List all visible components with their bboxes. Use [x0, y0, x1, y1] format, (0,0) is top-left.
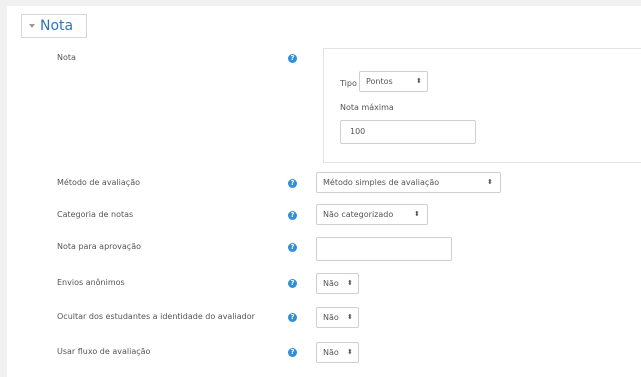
- marking-workflow-label: Usar fluxo de avaliação: [57, 347, 151, 356]
- select-arrow-icon: ⬍: [416, 77, 422, 85]
- section-title: Nota: [40, 18, 74, 34]
- help-icon[interactable]: ?: [288, 179, 297, 188]
- help-icon[interactable]: ?: [288, 279, 297, 288]
- select-arrow-icon: ⬍: [487, 178, 493, 186]
- collapse-caret-icon: [29, 24, 35, 28]
- anonymous-submissions-label: Envios anônimos: [57, 278, 125, 287]
- grade-category-label: Categoria de notas: [57, 210, 134, 219]
- grade-category-value: Não categorizado: [323, 210, 394, 219]
- help-icon[interactable]: ?: [288, 54, 297, 63]
- anonymous-submissions-select[interactable]: Não ⬍: [316, 273, 359, 294]
- hide-grader-value: Não: [323, 313, 339, 322]
- select-arrow-icon: ⬍: [414, 210, 420, 218]
- grade-label: Nota: [57, 53, 76, 62]
- max-grade-value: 100: [350, 127, 366, 136]
- grade-type-value: Pontos: [366, 77, 393, 86]
- marking-workflow-value: Não: [323, 348, 339, 357]
- select-arrow-icon: ⬍: [347, 279, 353, 287]
- grade-category-select[interactable]: Não categorizado ⬍: [316, 204, 428, 225]
- grading-method-select[interactable]: Método simples de avaliação ⬍: [316, 172, 501, 193]
- marking-workflow-select[interactable]: Não ⬍: [316, 342, 359, 363]
- grading-method-value: Método simples de avaliação: [323, 178, 440, 187]
- help-icon[interactable]: ?: [288, 243, 297, 252]
- grade-to-pass-label: Nota para aprovação: [57, 242, 141, 251]
- grade-type-select[interactable]: Pontos ⬍: [359, 71, 428, 92]
- help-icon[interactable]: ?: [288, 211, 297, 220]
- max-grade-label: Nota máxima: [340, 103, 394, 112]
- help-icon[interactable]: ?: [288, 313, 297, 322]
- grade-type-label: Tipo: [340, 79, 357, 88]
- grade-to-pass-input[interactable]: [316, 237, 452, 261]
- select-arrow-icon: ⬍: [347, 348, 353, 356]
- max-grade-input[interactable]: 100: [340, 120, 476, 144]
- help-icon[interactable]: ?: [288, 348, 297, 357]
- select-arrow-icon: ⬍: [347, 313, 353, 321]
- grade-group: Tipo Pontos ⬍ Nota máxima 100: [323, 48, 641, 163]
- form-panel: Nota Nota ? Tipo Pontos ⬍ Nota máxima 10…: [7, 6, 641, 377]
- grading-method-label: Método de avaliação: [57, 178, 140, 187]
- anonymous-submissions-value: Não: [323, 279, 339, 288]
- hide-grader-select[interactable]: Não ⬍: [316, 307, 359, 328]
- hide-grader-label: Ocultar dos estudantes a identidade do a…: [57, 312, 255, 321]
- section-toggle-nota[interactable]: Nota: [21, 14, 87, 38]
